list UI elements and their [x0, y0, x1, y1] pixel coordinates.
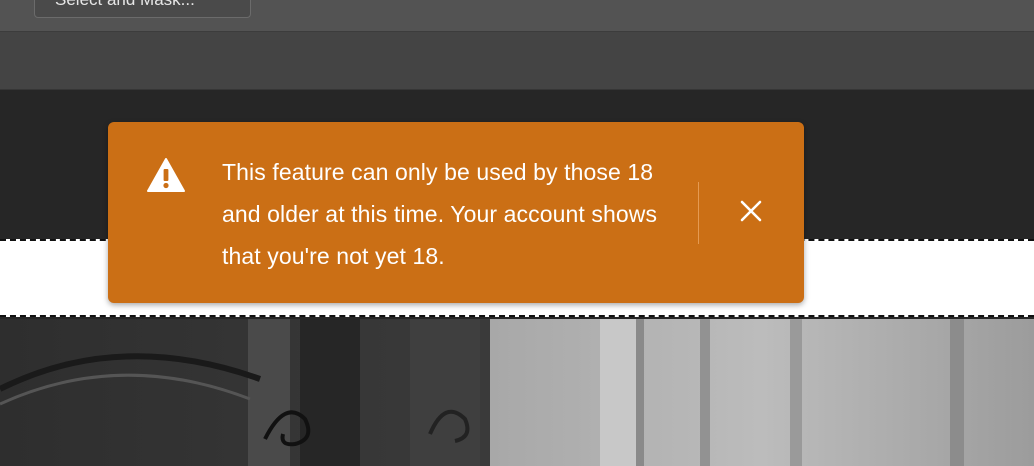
close-icon [740, 200, 762, 227]
warning-icon [146, 157, 186, 193]
select-and-mask-button[interactable]: Select and Mask... [34, 0, 251, 18]
options-bar [0, 32, 1034, 90]
top-toolbar: Select and Mask... [0, 0, 1034, 32]
close-button[interactable] [734, 196, 768, 230]
toast-divider [698, 182, 699, 244]
canvas-image [0, 319, 1034, 466]
age-restriction-toast: This feature can only be used by those 1… [108, 122, 804, 303]
photoshop-window: Select and Mask... [0, 0, 1034, 466]
toast-message: This feature can only be used by those 1… [222, 159, 658, 269]
